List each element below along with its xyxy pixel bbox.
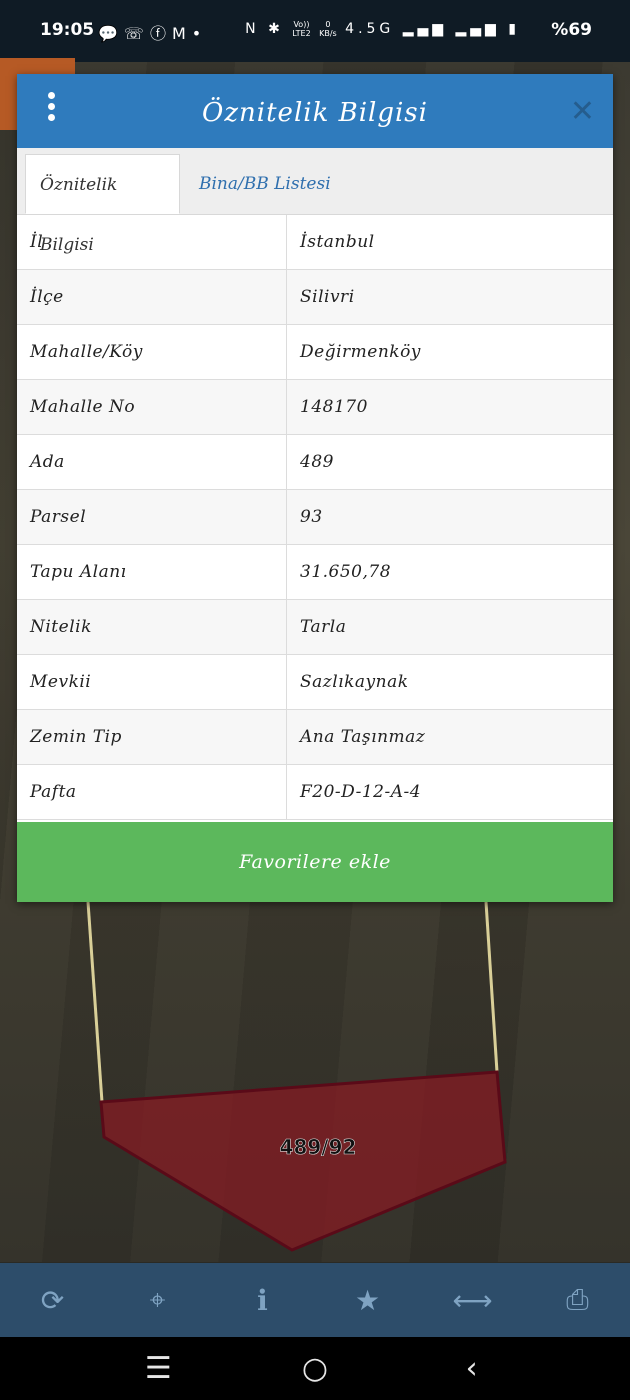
table-row: İlçe Silivri (17, 270, 613, 325)
row-key: Parsel (17, 490, 287, 544)
nfc-icon: N (245, 21, 260, 37)
tab-attribute-info[interactable]: Öznitelik Bilgisi (25, 154, 180, 255)
dot-icon: • (191, 24, 208, 43)
table-row: Parsel 93 (17, 490, 613, 545)
missed-call-icon: ☏ (123, 24, 150, 43)
signal-icon: ▂▄▆ (455, 21, 500, 37)
row-key: Ada (17, 435, 287, 489)
dialog-header: Öznitelik Bilgisi ✕ (17, 74, 613, 148)
battery-icon: ▮ (508, 21, 520, 37)
volte-label: Vo)) (293, 20, 310, 29)
volte-icon: Vo)) LTE2 (292, 20, 310, 38)
table-row: Zemin Tip Ana Taşınmaz (17, 710, 613, 765)
tab-building-list[interactable]: Bina/BB Listesi (185, 154, 345, 214)
lte-label: LTE2 (292, 29, 311, 38)
refresh-icon[interactable]: ⟳ (23, 1270, 83, 1330)
table-row: İl İstanbul (17, 215, 613, 270)
status-bar: 19:05 💬☏ⓕM• N ✱ Vo)) LTE2 0 KB/s 4.5G ▂▄▆ … (0, 0, 630, 62)
row-value: Sazlıkaynak (300, 672, 409, 692)
table-row: Mahalle No 148170 (17, 380, 613, 435)
row-value: Tarla (300, 617, 347, 637)
row-value: F20-D-12-A-4 (300, 782, 422, 802)
row-key: Mevkii (17, 655, 287, 709)
row-key: Pafta (17, 765, 287, 819)
locate-icon[interactable]: ⌖ (128, 1270, 188, 1330)
print-icon[interactable]: ⎙ (548, 1270, 608, 1330)
table-row: Pafta F20-D-12-A-4 (17, 765, 613, 820)
clock: 19:05 (40, 20, 95, 40)
battery-level: %69 (551, 20, 592, 40)
info-icon[interactable]: i (233, 1270, 293, 1330)
signal-icon: ▂▄▆ (402, 21, 448, 37)
data-speed-unit: KB/s (319, 29, 337, 38)
recent-apps-icon[interactable]: ☰ (128, 1351, 188, 1386)
dialog-title: Öznitelik Bilgisi (202, 98, 428, 128)
star-icon[interactable]: ★ (338, 1270, 398, 1330)
table-row: Tapu Alanı 31.650,78 (17, 545, 613, 600)
facebook-icon: ⓕ (149, 24, 172, 43)
parcel-boundary-line (86, 901, 104, 1103)
row-value: 489 (300, 452, 334, 472)
row-key: Zemin Tip (17, 710, 287, 764)
row-key: Tapu Alanı (17, 545, 287, 599)
notification-icons: 💬☏ⓕM• (98, 20, 207, 44)
measure-icon[interactable]: ⟷ (443, 1270, 503, 1330)
row-key: Mahalle No (17, 380, 287, 434)
row-value: Silivri (300, 287, 355, 307)
parcel-boundary-line (484, 901, 499, 1073)
row-value: Değirmenköy (300, 342, 421, 362)
close-icon[interactable]: ✕ (570, 94, 595, 129)
row-key: İl (17, 215, 287, 269)
gmail-icon: M (171, 24, 192, 43)
row-value: 31.650,78 (300, 562, 392, 582)
system-icons: N ✱ Vo)) LTE2 0 KB/s 4.5G ▂▄▆ ▂▄▆ ▮ (245, 20, 520, 38)
attribute-table: İl İstanbul İlçe Silivri Mahalle/Köy Değirm… (17, 215, 613, 820)
parcel-label: 489/92 (280, 1135, 357, 1159)
row-value: 93 (300, 507, 323, 527)
table-row: Mevkii Sazlıkaynak (17, 655, 613, 710)
system-nav-bar: ☰ ○ ‹ (0, 1337, 630, 1400)
row-key: Nitelik (17, 600, 287, 654)
map-toolbar: ⟳ ⌖ i ★ ⟷ ⎙ (0, 1263, 630, 1337)
row-key: Mahalle/Köy (17, 325, 287, 379)
row-value: 148170 (300, 397, 368, 417)
table-row: Mahalle/Köy Değirmenköy (17, 325, 613, 380)
chat-icon: 💬 (98, 24, 124, 43)
table-row: Nitelik Tarla (17, 600, 613, 655)
row-value: Ana Taşınmaz (300, 727, 426, 747)
bluetooth-icon: ✱ (268, 21, 284, 37)
data-speed-value: 0 (325, 20, 331, 29)
row-key: İlçe (17, 270, 287, 324)
home-icon[interactable]: ○ (285, 1351, 345, 1386)
data-speed-icon: 0 KB/s (319, 20, 337, 38)
add-to-favorites-button[interactable]: Favorilere ekle (17, 822, 613, 902)
network-type: 4.5G (345, 21, 395, 37)
table-row: Ada 489 (17, 435, 613, 490)
row-value: İstanbul (300, 232, 375, 252)
dialog-tabs: Öznitelik Bilgisi Bina/BB Listesi (17, 148, 613, 255)
back-icon[interactable]: ‹ (442, 1351, 502, 1386)
parcel-polygon[interactable] (99, 1070, 507, 1252)
attribute-dialog: Öznitelik Bilgisi ✕ Öznitelik Bilgisi Bi… (17, 74, 613, 902)
